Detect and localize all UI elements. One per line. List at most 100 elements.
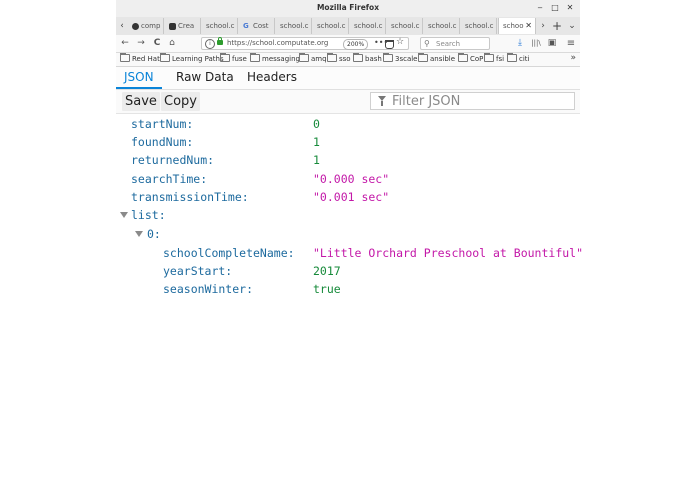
folder-icon xyxy=(507,53,517,62)
browser-tab[interactable]: G Cost xyxy=(239,18,275,34)
bookmarks-toolbar: Red Hat Learning Paths fuse messaging am… xyxy=(116,53,580,67)
json-key: searchTime: xyxy=(131,172,208,186)
firefox-window: Mozilla Firefox ‒ □ ✕ ‹ comp Crea school… xyxy=(116,0,584,494)
json-key: seasonWinter: xyxy=(163,282,254,296)
close-tab-icon[interactable]: ✕ xyxy=(525,18,532,34)
search-icon: ⚲ xyxy=(424,39,430,48)
json-key: startNum: xyxy=(131,117,194,131)
bookmark-star-icon[interactable]: ☆ xyxy=(396,37,404,47)
search-placeholder: Search xyxy=(436,40,461,48)
tab-scroll-left-button[interactable]: ‹ xyxy=(117,17,127,35)
filter-placeholder: Filter JSON xyxy=(392,94,461,109)
copy-button[interactable]: Copy xyxy=(161,92,200,111)
url-text[interactable]: https://school.computate.org xyxy=(227,39,339,47)
bookmark-folder[interactable]: sso xyxy=(327,53,351,65)
google-icon: G xyxy=(243,22,249,30)
browser-tab[interactable]: school.c xyxy=(202,18,238,34)
bookmark-folder[interactable]: CoP xyxy=(458,53,483,65)
tab-label: school.c xyxy=(280,22,309,30)
url-bar[interactable]: i https://school.computate.org 200% ••• … xyxy=(201,37,409,50)
tab-list-button[interactable]: ⌄ xyxy=(567,17,577,35)
zoom-level-badge[interactable]: 200% xyxy=(343,39,369,50)
browser-tab[interactable]: Crea xyxy=(165,18,201,34)
download-icon[interactable]: ⤓ xyxy=(514,37,526,50)
pocket-icon[interactable] xyxy=(385,40,394,49)
app-icon xyxy=(169,22,176,30)
bookmarks-overflow-icon[interactable]: » xyxy=(570,53,576,63)
window-title: Mozilla Firefox xyxy=(316,3,380,12)
browser-tab[interactable]: school.c xyxy=(461,18,497,34)
save-button[interactable]: Save xyxy=(122,92,160,111)
expand-triangle-icon[interactable] xyxy=(120,212,128,218)
json-key: yearStart: xyxy=(163,264,233,278)
menu-icon[interactable]: ≡ xyxy=(565,37,577,50)
json-key: 0: xyxy=(147,227,161,241)
bookmark-folder[interactable]: Red Hat xyxy=(120,53,160,65)
bookmark-folder[interactable]: amq xyxy=(299,53,327,65)
tab-label: comp xyxy=(141,22,161,30)
bookmark-folder[interactable]: ansible xyxy=(418,53,455,65)
minimize-button[interactable]: ‒ xyxy=(533,2,547,14)
json-value: true xyxy=(313,282,341,296)
browser-tab[interactable]: school.c xyxy=(276,18,312,34)
json-value: "0.000 sec" xyxy=(313,172,390,186)
browser-tab-active[interactable]: schoo ✕ xyxy=(498,18,536,34)
bookmark-folder[interactable]: fuse xyxy=(220,53,247,65)
folder-icon xyxy=(458,53,468,62)
tab-scroll-right-button[interactable]: › xyxy=(538,17,548,35)
browser-tab[interactable]: school.c xyxy=(350,18,386,34)
filter-json-input[interactable]: Filter JSON xyxy=(370,92,575,110)
tab-label: school.c xyxy=(391,22,420,30)
folder-icon xyxy=(299,53,309,62)
back-arrow-icon[interactable]: ← xyxy=(119,37,131,50)
folder-icon xyxy=(250,53,260,62)
folder-icon xyxy=(383,53,393,62)
json-toolbar: Save Copy Filter JSON xyxy=(116,90,580,114)
library-icon[interactable]: |||\ xyxy=(530,37,542,50)
tab-label: Cost xyxy=(252,22,269,30)
tab-headers[interactable]: Headers xyxy=(239,67,305,89)
navigation-toolbar: ← → C ⌂ i https://school.computate.org 2… xyxy=(116,35,580,53)
tab-strip: ‹ comp Crea school.c G Cost school.c sch… xyxy=(116,17,580,36)
browser-tab[interactable]: comp xyxy=(128,18,164,34)
lock-icon xyxy=(217,37,223,45)
tab-raw-data[interactable]: Raw Data xyxy=(168,67,242,89)
home-icon[interactable]: ⌂ xyxy=(166,37,178,50)
json-viewer-tabs: JSON Raw Data Headers xyxy=(116,67,580,90)
folder-icon xyxy=(160,53,170,62)
bookmark-folder[interactable]: messaging xyxy=(250,53,300,65)
json-key: returnedNum: xyxy=(131,153,215,167)
json-value: "Little Orchard Preschool at Bountiful" xyxy=(313,246,584,260)
sidebar-icon[interactable]: ▣ xyxy=(546,37,558,50)
bookmark-folder[interactable]: citi xyxy=(507,53,529,65)
browser-tab[interactable]: school.c xyxy=(313,18,349,34)
new-tab-button[interactable]: + xyxy=(552,17,562,35)
expand-triangle-icon[interactable] xyxy=(135,231,143,237)
folder-icon xyxy=(484,53,494,62)
browser-tab[interactable]: school.c xyxy=(424,18,460,34)
folder-icon xyxy=(327,53,337,62)
maximize-button[interactable]: □ xyxy=(548,2,562,14)
json-value: 0 xyxy=(313,117,320,131)
bookmark-folder[interactable]: 3scale xyxy=(383,53,418,65)
search-input[interactable]: ⚲ Search xyxy=(420,37,490,50)
bookmark-folder[interactable]: bash xyxy=(353,53,382,65)
bookmark-folder[interactable]: Learning Paths xyxy=(160,53,224,65)
browser-tab[interactable]: school.c xyxy=(387,18,423,34)
forward-arrow-icon[interactable]: → xyxy=(135,37,147,50)
folder-icon xyxy=(353,53,363,62)
bookmark-folder[interactable]: fsi xyxy=(484,53,504,65)
folder-icon xyxy=(220,53,230,62)
title-bar: Mozilla Firefox ‒ □ ✕ xyxy=(116,0,580,18)
json-value: 1 xyxy=(313,153,320,167)
tab-label: schoo xyxy=(503,22,524,30)
reload-icon[interactable]: C xyxy=(151,37,163,50)
site-info-icon[interactable]: i xyxy=(205,39,215,49)
tab-label: school.c xyxy=(317,22,346,30)
json-key: transmissionTime: xyxy=(131,190,249,204)
github-icon xyxy=(132,22,139,30)
tab-json[interactable]: JSON xyxy=(116,67,162,89)
tab-label: school.c xyxy=(354,22,383,30)
folder-icon xyxy=(120,53,130,62)
close-window-button[interactable]: ✕ xyxy=(563,2,577,14)
